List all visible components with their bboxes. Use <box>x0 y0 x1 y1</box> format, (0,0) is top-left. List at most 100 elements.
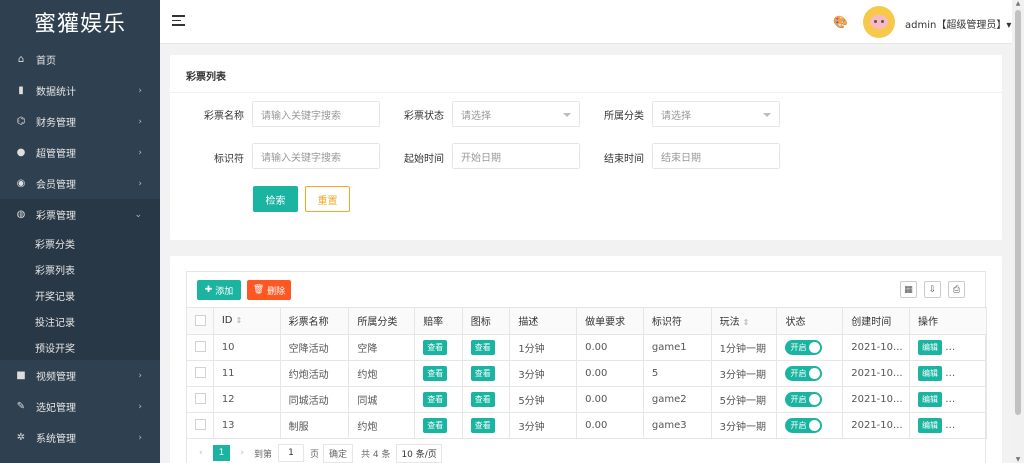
sidebar-item-label: 彩票管理 <box>36 211 76 222</box>
sidebar-item-label: 视频管理 <box>36 372 76 383</box>
sidebar-subitem-lottery-list[interactable]: 彩票列表 <box>0 256 160 282</box>
edit-button[interactable]: 编辑 <box>918 365 943 381</box>
row-checkbox[interactable] <box>187 360 214 387</box>
row-checkbox[interactable] <box>187 334 214 361</box>
more-actions[interactable]: … <box>942 368 955 379</box>
columns-filter-icon[interactable]: ▦ <box>900 281 917 298</box>
sidebar-item-finance[interactable]: ⌬ 财务管理 › <box>0 106 160 137</box>
cell-play: 5分钟一期 <box>711 386 778 413</box>
column-header-actions: 操作 <box>909 308 987 335</box>
scroll-up-icon[interactable]: ▲ <box>1012 0 1024 7</box>
cell-created: 2021-10... <box>842 334 911 361</box>
prev-page-icon[interactable]: ‹ <box>199 448 203 458</box>
add-button[interactable]: ✚ 添加 <box>197 280 241 300</box>
sidebar-item-members[interactable]: ◉ 会员管理 › <box>0 168 160 199</box>
end-date-input[interactable]: 结束日期 <box>652 143 780 169</box>
view-odds-button[interactable]: 查看 <box>423 391 448 407</box>
gamepad-icon: ◍ <box>16 209 26 220</box>
print-icon[interactable]: ⎙ <box>948 281 965 298</box>
row-checkbox[interactable] <box>187 386 214 413</box>
status-toggle[interactable]: 开启 <box>785 365 823 381</box>
cell-odds: 查看 <box>414 334 463 361</box>
cell-status: 开启 <box>776 412 844 439</box>
more-actions[interactable]: … <box>942 394 955 405</box>
sidebar-item-video[interactable]: ■ 视频管理 › <box>0 360 160 391</box>
edit-icon: ✎ <box>16 401 26 412</box>
column-header-id[interactable]: ID ⇕ <box>213 308 281 335</box>
row-checkbox[interactable] <box>187 412 214 439</box>
cell-id: 10 <box>213 334 281 361</box>
edit-button[interactable]: 编辑 <box>918 339 943 355</box>
next-page-icon[interactable]: › <box>240 448 244 458</box>
edit-button[interactable]: 编辑 <box>918 391 943 407</box>
avatar[interactable] <box>863 6 895 38</box>
cell-icon: 查看 <box>462 360 511 387</box>
scroll-down-icon[interactable]: ▼ <box>1012 456 1024 463</box>
sidebar-subitem-draw-records[interactable]: 开奖记录 <box>0 282 160 308</box>
sidebar-item-home[interactable]: ⌂ 首页 <box>0 44 160 75</box>
delete-button[interactable]: 🗑 删除 <box>247 280 291 300</box>
category-select[interactable]: 请选择 <box>652 101 780 127</box>
lottery-status-label: 彩票状态 <box>404 111 444 122</box>
cell-status: 开启 <box>776 334 844 361</box>
sidebar-item-statistics[interactable]: ▮ 数据统计 › <box>0 75 160 106</box>
status-toggle[interactable]: 开启 <box>785 339 823 355</box>
chevron-right-icon: › <box>138 178 142 189</box>
sidebar-item-system[interactable]: ✲ 系统管理 › <box>0 422 160 453</box>
more-actions[interactable]: … <box>942 342 955 353</box>
sidebar-subitem-preset-draw[interactable]: 预设开奖 <box>0 334 160 360</box>
sidebar-item-label: 首页 <box>36 56 56 67</box>
lottery-status-select[interactable]: 请选择 <box>452 101 580 127</box>
identifier-input[interactable]: 请输入关键字搜索 <box>252 143 380 169</box>
cell-requirement: 0.00 <box>576 360 644 387</box>
view-icon-button[interactable]: 查看 <box>470 339 495 355</box>
menu-toggle-icon[interactable] <box>172 15 185 29</box>
status-toggle[interactable]: 开启 <box>785 417 823 433</box>
lottery-name-input[interactable]: 请输入关键字搜索 <box>252 101 380 127</box>
column-header-play[interactable]: 玩法 ⇕ <box>711 308 778 335</box>
data-table-container: ✚ 添加 🗑 删除 ▦ ⇩ ⎙ ID ⇕ 彩票名称 所属分类 赔率 图标 描述 … <box>186 271 987 463</box>
more-actions[interactable]: … <box>942 420 955 431</box>
sidebar-item-lottery[interactable]: ◍ 彩票管理 ⌄ <box>0 199 160 230</box>
view-icon-button[interactable]: 查看 <box>470 365 495 381</box>
start-date-input[interactable]: 开始日期 <box>452 143 580 169</box>
cell-actions: 编辑 … <box>909 334 987 361</box>
page-scrollbar[interactable]: ▲ ▼ <box>1012 0 1024 463</box>
cell-requirement: 0.00 <box>576 334 644 361</box>
edit-button[interactable]: 编辑 <box>918 417 943 433</box>
reset-button[interactable]: 重置 <box>305 186 350 212</box>
export-icon[interactable]: ⇩ <box>924 281 941 298</box>
sort-icon[interactable]: ⇕ <box>743 318 750 327</box>
cell-created: 2021-10... <box>842 412 911 439</box>
view-odds-button[interactable]: 查看 <box>423 339 448 355</box>
cell-name: 制服 <box>280 412 350 439</box>
search-button[interactable]: 检索 <box>253 186 298 212</box>
sidebar-subitem-bet-records[interactable]: 投注记录 <box>0 308 160 334</box>
sidebar-item-admin[interactable]: ● 超管管理 › <box>0 137 160 168</box>
sidebar-item-concubine[interactable]: ✎ 选妃管理 › <box>0 391 160 422</box>
identifier-label: 标识符 <box>214 154 244 165</box>
cell-identifier: game1 <box>643 334 712 361</box>
view-icon-button[interactable]: 查看 <box>470 391 495 407</box>
goto-page-input[interactable]: 1 <box>277 444 304 462</box>
view-odds-button[interactable]: 查看 <box>423 365 448 381</box>
view-icon-button[interactable]: 查看 <box>470 417 495 433</box>
chevron-right-icon: › <box>138 147 142 158</box>
palette-icon[interactable]: 🎨 <box>833 15 848 29</box>
goto-confirm-button[interactable]: 确定 <box>322 443 353 463</box>
page-size-select[interactable]: 10 条/页 <box>396 443 442 463</box>
select-placeholder: 请选择 <box>461 110 491 122</box>
sidebar-subitem-lottery-category[interactable]: 彩票分类 <box>0 230 160 256</box>
view-odds-button[interactable]: 查看 <box>423 417 448 433</box>
cell-odds: 查看 <box>414 360 463 387</box>
status-toggle[interactable]: 开启 <box>785 391 823 407</box>
cell-description: 3分钟 <box>509 412 578 439</box>
select-all-checkbox[interactable] <box>187 308 214 335</box>
sort-icon[interactable]: ⇕ <box>235 316 242 325</box>
cell-requirement: 0.00 <box>576 412 644 439</box>
column-header-description: 描述 <box>509 308 578 335</box>
user-menu[interactable]: admin【超级管理员】▾ <box>905 16 1011 31</box>
cell-id: 11 <box>213 360 281 387</box>
scrollbar-thumb[interactable] <box>1015 10 1021 415</box>
current-page[interactable]: 1 <box>212 445 231 461</box>
